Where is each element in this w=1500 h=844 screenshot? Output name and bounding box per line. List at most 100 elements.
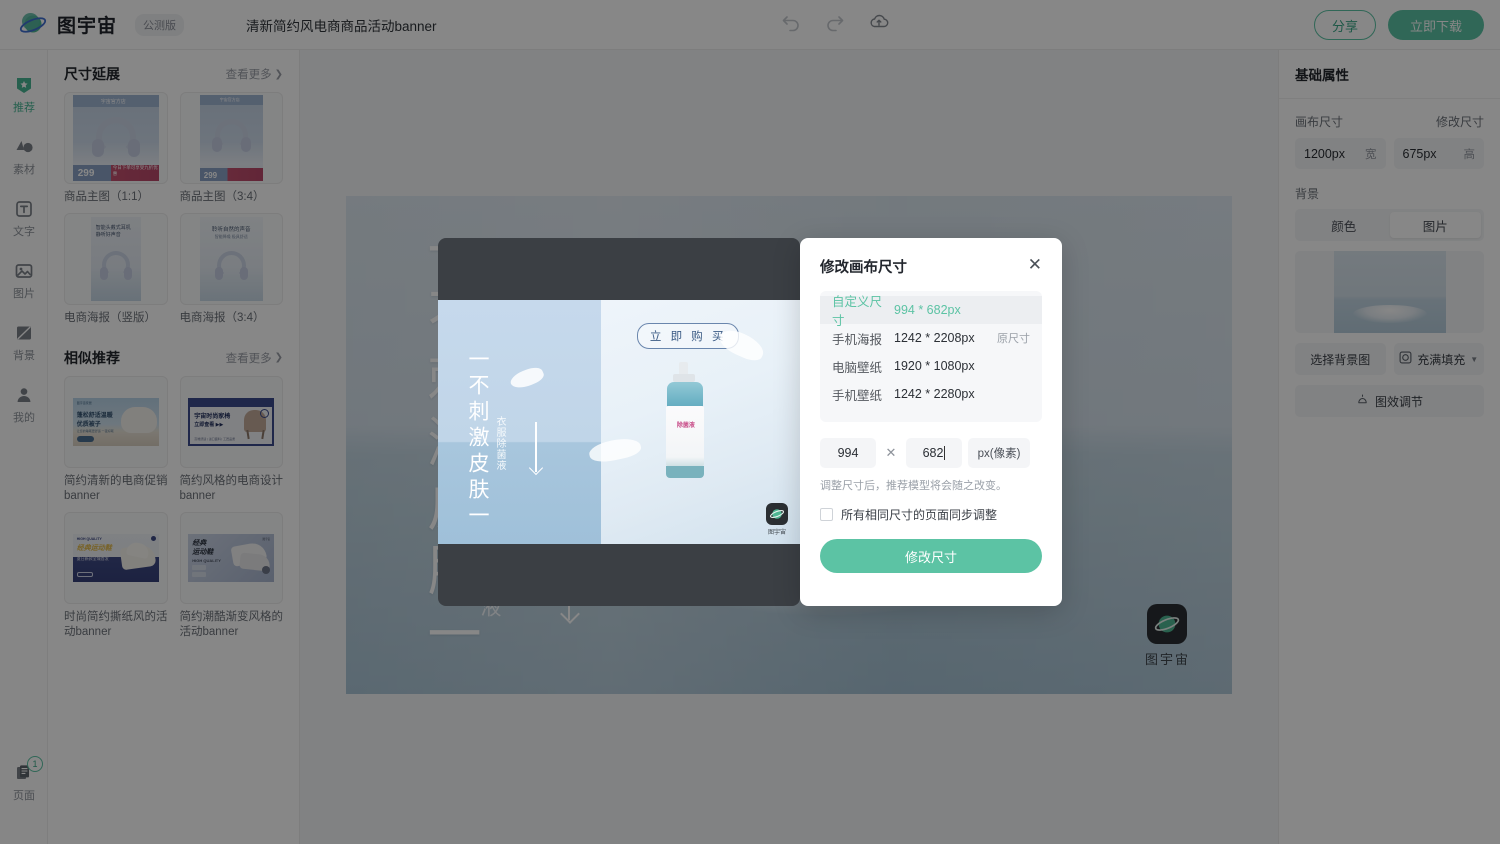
modify-size-link[interactable]: 修改尺寸 [1436, 113, 1484, 130]
size-preset-option[interactable]: 手机壁纸 1242 * 2280px [820, 380, 1042, 408]
rail-item-image[interactable]: 图片 [0, 250, 48, 312]
properties-title: 基础属性 [1279, 50, 1500, 99]
tab-background-image[interactable]: 图片 [1389, 212, 1481, 238]
right-properties-panel[interactable]: 基础属性 画布尺寸 修改尺寸 1200px 宽 675px 高 背景 颜色 图片 [1278, 50, 1500, 844]
fill-mode-label: 充满填充 [1417, 352, 1466, 367]
background-preview[interactable] [1295, 251, 1484, 333]
rail-item-mine[interactable]: 我的 [0, 374, 48, 436]
canvas-height-unit: 高 [1463, 148, 1476, 161]
template-card[interactable]: 图宇宙家居 蓬松舒适温暖 优质被子 让您的睡眠更舒适 一夜好眠 简约清新的电商促… [64, 375, 168, 504]
size-preset-option[interactable]: 电脑壁纸 1920 * 1080px [820, 352, 1042, 380]
section-more-label: 查看更多 [225, 352, 272, 365]
rail-label-pages: 页面 [13, 790, 35, 802]
top-actions: 分享 立即下载 [1314, 10, 1484, 40]
modal-title: 修改画布尺寸 [820, 260, 907, 276]
bell-adjust-icon [1356, 393, 1369, 409]
section-more-link[interactable]: 查看更多 ❯ [226, 66, 283, 82]
template-label: 电商海报（竖版） [64, 311, 156, 324]
rail-item-text[interactable]: 文字 [0, 188, 48, 250]
section-header-size-extension: 尺寸延展 查看更多 ❯ [48, 50, 299, 92]
preset-size: 994 * 682px [894, 303, 961, 317]
apply-resize-button[interactable]: 修改尺寸 [820, 539, 1042, 573]
brand-logo[interactable]: 图宇宙 公测版 [18, 10, 185, 40]
left-template-panel[interactable]: 尺寸延展 查看更多 ❯ 宇宙官方店 299 今日下单可享受九折优惠 商品主图（1… [48, 50, 300, 844]
size-preview-panel: 一不刺激皮肤一 衣服除菌液 立 即 购 买 除菌液 图宇宙 [438, 238, 800, 606]
canvas-width-unit: 宽 [1365, 148, 1377, 161]
share-button[interactable]: 分享 [1314, 10, 1376, 40]
rail-item-recommend[interactable]: 推荐 [0, 64, 48, 126]
undo-icon[interactable] [780, 10, 802, 32]
size-preset-option[interactable]: 自定义尺寸 994 * 682px [820, 295, 1042, 328]
modal-hint-text: 调整尺寸后，推荐模型将会随之改变。 [820, 480, 1007, 492]
size-preset-list[interactable]: 自定义尺寸 994 * 682px 手机海报 1242 * 2208px 原尺寸… [820, 291, 1042, 422]
properties-body: 画布尺寸 修改尺寸 1200px 宽 675px 高 背景 颜色 图片 选择背景… [1279, 99, 1500, 431]
section-more-link[interactable]: 查看更多 ❯ [226, 350, 283, 366]
sync-pages-checkbox[interactable] [820, 508, 833, 521]
preview-right-half: 立 即 购 买 除菌液 图宇宙 [587, 300, 800, 544]
size-preset-option[interactable]: 手机海报 1242 * 2208px 原尺寸 [820, 324, 1042, 352]
text-t-icon [14, 199, 34, 219]
rail-item-background[interactable]: 背景 [0, 312, 48, 374]
template-thumbnail: 宇宙官方店 299 [179, 92, 283, 184]
template-label: 简约清新的电商促销banner [64, 474, 168, 502]
image-effects-button[interactable]: 图效调节 [1295, 385, 1484, 417]
history-toolbar [780, 10, 890, 32]
canvas-size-row: 画布尺寸 修改尺寸 [1295, 113, 1484, 130]
fill-frame-icon [1399, 351, 1412, 367]
choose-background-button[interactable]: 选择背景图 [1295, 343, 1386, 375]
watermark-label: 图宇宙 [1144, 652, 1190, 667]
preset-size: 1242 * 2208px [894, 331, 975, 345]
template-card[interactable]: 宇宙时尚家椅 立即查看 ▶▶ 高端舒适 | 进口面料 | 工匠品质 简约风格的电… [179, 375, 284, 504]
template-card[interactable]: HIGH QUALITY 经典运动鞋 夏日新款全城首发 时尚简约撕纸风的活动ba… [64, 511, 168, 640]
template-card[interactable]: 宇宙官方店 299 商品主图（3:4） [179, 92, 283, 205]
close-icon[interactable]: ✕ [1028, 256, 1042, 273]
template-card[interactable]: 智能头戴式耳机 静听好声音 电商海报（竖版） [64, 212, 168, 326]
template-grid-size-extension: 宇宙官方店 299 今日下单可享受九折优惠 商品主图（1:1） 宇宙官方店 29… [48, 92, 299, 326]
template-card[interactable]: 经典 运动鞋 HIGH QUALITY 图宇宙 简约潮酷渐变风格的活动banne… [179, 511, 283, 640]
user-icon [14, 385, 34, 405]
canvas-height-input[interactable]: 675px 高 [1393, 138, 1484, 169]
watermark-planet-icon [1147, 604, 1188, 644]
modal-height-input[interactable]: 682 [906, 438, 962, 468]
preset-size: 1242 * 2280px [894, 387, 975, 401]
unit-select[interactable]: px(像素) [968, 438, 1030, 468]
preview-left-half: 一不刺激皮肤一 衣服除菌液 [438, 300, 601, 544]
redo-icon[interactable] [824, 10, 846, 32]
section-title: 尺寸延展 [64, 66, 120, 82]
image-effects-label: 图效调节 [1374, 394, 1423, 409]
rail-label-text: 文字 [13, 226, 35, 238]
multiply-icon: ✕ [885, 445, 897, 460]
resize-canvas-modal[interactable]: 修改画布尺寸 ✕ 自定义尺寸 994 * 682px 手机海报 1242 * 2… [800, 238, 1062, 606]
template-thumbnail: 宇宙时尚家椅 立即查看 ▶▶ 高端舒适 | 进口面料 | 工匠品质 [179, 375, 283, 468]
cloud-upload-icon[interactable] [868, 10, 890, 32]
template-thumbnail: 宇宙官方店 299 今日下单可享受九折优惠 [64, 92, 168, 184]
download-button[interactable]: 立即下载 [1388, 10, 1484, 40]
preset-name: 电脑壁纸 [832, 360, 883, 375]
top-bar: 图宇宙 公测版 清新简约风电商商品活动banner 分享 立即下载 [0, 0, 1500, 50]
image-icon [14, 261, 34, 281]
document-title[interactable]: 清新简约风电商商品活动banner [246, 15, 437, 35]
rail-label-recommend: 推荐 [13, 102, 35, 114]
template-label: 简约风格的电商设计banner [179, 474, 284, 502]
template-card[interactable]: 宇宙官方店 299 今日下单可享受九折优惠 商品主图（1:1） [64, 92, 168, 205]
preview-subtitle: 衣服除菌液 [494, 416, 505, 471]
shapes-icon [14, 137, 34, 157]
preview-product-bottle: 除菌液 [659, 362, 713, 480]
fill-mode-select[interactable]: 充满填充 ▼ [1393, 343, 1484, 375]
canvas-width-input[interactable]: 1200px 宽 [1295, 138, 1386, 169]
rail-item-pages[interactable]: 1 页面 [0, 752, 48, 814]
template-card[interactable]: 聆听自然的声音 智能降噪 极具舒适 电商海报（3:4） [179, 212, 283, 326]
preset-size: 1920 * 1080px [894, 359, 975, 373]
template-thumbnail: HIGH QUALITY 经典运动鞋 夏日新款全城首发 [64, 511, 168, 604]
rail-item-material[interactable]: 素材 [0, 126, 48, 188]
custom-size-inputs: 994 ✕ 682 px(像素) [820, 438, 1042, 468]
sync-pages-checkbox-row[interactable]: 所有相同尺寸的页面同步调整 [820, 506, 1042, 523]
modal-width-input[interactable]: 994 [820, 438, 876, 468]
canvas-size-fields: 1200px 宽 675px 高 [1295, 138, 1484, 169]
chevron-down-icon: ▼ [1470, 354, 1479, 364]
tab-background-color[interactable]: 颜色 [1298, 212, 1390, 238]
rail-items: 推荐 素材 文字 图片 背景 我的 [0, 50, 47, 436]
template-label: 时尚简约撕纸风的活动banner [64, 610, 168, 638]
template-label: 商品主图（1:1） [64, 191, 149, 203]
template-grid-similar: 图宇宙家居 蓬松舒适温暖 优质被子 让您的睡眠更舒适 一夜好眠 简约清新的电商促… [48, 375, 299, 640]
